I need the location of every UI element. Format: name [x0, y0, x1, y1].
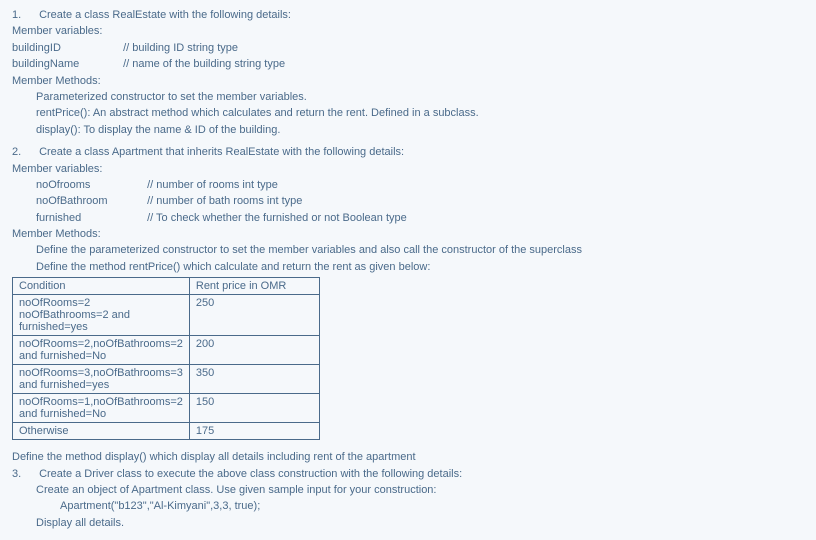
- q1-var-0: buildingID // building ID string type: [12, 41, 804, 56]
- q2-member-methods-header: Member Methods:: [12, 227, 804, 242]
- q3-line-2: Apartment("b123","Al-Kimyani",3,3, true)…: [12, 499, 804, 514]
- var-comment: // number of bath rooms int type: [139, 195, 302, 207]
- table-row: noOfRooms=2 noOfBathrooms=2 and furnishe…: [13, 295, 320, 336]
- table-header-row: Condition Rent price in OMR: [13, 278, 320, 295]
- table-cell-price: 350: [189, 365, 319, 394]
- table-row: noOfRooms=2,noOfBathrooms=2 and furnishe…: [13, 336, 320, 365]
- table-cell-condition: noOfRooms=1,noOfBathrooms=2 and furnishe…: [13, 394, 190, 423]
- var-comment: // To check whether the furnished or not…: [139, 212, 407, 224]
- q2-after-table: Define the method display() which displa…: [12, 450, 804, 465]
- q1-member-methods-header: Member Methods:: [12, 74, 804, 89]
- q2-num: 2.: [12, 145, 36, 160]
- q2-var-2: furnished // To check whether the furnis…: [12, 211, 804, 226]
- table-cell-price: 150: [189, 394, 319, 423]
- q1-method-1: rentPrice(): An abstract method which ca…: [12, 106, 804, 121]
- table-cell-condition: noOfRooms=2,noOfBathrooms=2 and furnishe…: [13, 336, 190, 365]
- table-row: noOfRooms=3,noOfBathrooms=3 and furnishe…: [13, 365, 320, 394]
- table-cell-price: 250: [189, 295, 319, 336]
- q2-member-vars-header: Member variables:: [12, 162, 804, 177]
- var-name: furnished: [36, 211, 136, 226]
- q1-method-2: display(): To display the name & ID of t…: [12, 123, 804, 138]
- q2-header: 2. Create a class Apartment that inherit…: [12, 145, 804, 160]
- table-cell-condition: noOfRooms=2 noOfBathrooms=2 and furnishe…: [13, 295, 190, 336]
- q3-line-3: Display all details.: [12, 516, 804, 531]
- table-header-price: Rent price in OMR: [189, 278, 319, 295]
- q3-num: 3.: [12, 467, 36, 482]
- table-row: Otherwise 175: [13, 423, 320, 440]
- table-cell-price: 200: [189, 336, 319, 365]
- var-name: buildingName: [12, 57, 112, 72]
- q2-var-1: noOfBathroom // number of bath rooms int…: [12, 194, 804, 209]
- table-cell-condition: noOfRooms=3,noOfBathrooms=3 and furnishe…: [13, 365, 190, 394]
- var-name: buildingID: [12, 41, 112, 56]
- table-cell-condition: Otherwise: [13, 423, 190, 440]
- q3-header: 3. Create a Driver class to execute the …: [12, 467, 804, 482]
- q1-method-0: Parameterized constructor to set the mem…: [12, 90, 804, 105]
- q3-line-0: Create a Driver class to execute the abo…: [39, 468, 462, 480]
- table-cell-price: 175: [189, 423, 319, 440]
- q2-var-0: noOfrooms // number of rooms int type: [12, 178, 804, 193]
- var-name: noOfrooms: [36, 178, 136, 193]
- q1-member-vars-header: Member variables:: [12, 24, 804, 39]
- q1-header: 1. Create a class RealEstate with the fo…: [12, 8, 804, 23]
- q2-method-line-0: Define the parameterized constructor to …: [12, 243, 804, 258]
- var-comment: // name of the building string type: [115, 58, 285, 70]
- q1-num: 1.: [12, 8, 36, 23]
- rent-price-table: Condition Rent price in OMR noOfRooms=2 …: [12, 277, 320, 440]
- q1-title: Create a class RealEstate with the follo…: [39, 9, 291, 21]
- table-header-condition: Condition: [13, 278, 190, 295]
- q1-var-1: buildingName // name of the building str…: [12, 57, 804, 72]
- var-comment: // building ID string type: [115, 42, 238, 54]
- table-row: noOfRooms=1,noOfBathrooms=2 and furnishe…: [13, 394, 320, 423]
- q2-title: Create a class Apartment that inherits R…: [39, 146, 404, 158]
- q3-line-1: Create an object of Apartment class. Use…: [12, 483, 804, 498]
- var-comment: // number of rooms int type: [139, 179, 278, 191]
- var-name: noOfBathroom: [36, 194, 136, 209]
- q2-method-line-1: Define the method rentPrice() which calc…: [12, 260, 804, 275]
